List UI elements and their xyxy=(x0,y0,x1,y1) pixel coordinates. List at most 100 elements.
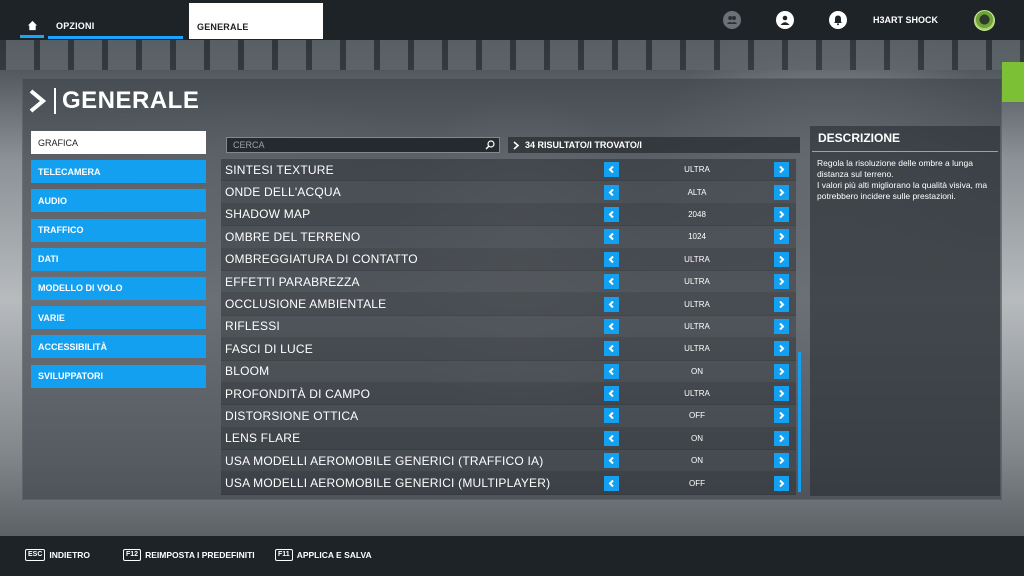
friends-icon[interactable] xyxy=(723,11,741,29)
category-item[interactable]: GRAFICA xyxy=(31,131,206,154)
previous-value-button[interactable] xyxy=(604,363,619,379)
category-item[interactable]: ACCESSIBILITÀ xyxy=(31,335,206,359)
category-item[interactable]: AUDIO xyxy=(31,189,206,213)
next-value-button[interactable] xyxy=(774,386,789,402)
chevron-left-icon xyxy=(608,367,614,375)
setting-value: OFF xyxy=(689,478,705,488)
apply-save-hint[interactable]: F11 APPLICA E SALVA xyxy=(275,549,372,561)
chevron-right-icon xyxy=(779,345,785,353)
tab-options[interactable]: OPZIONI xyxy=(48,3,183,39)
next-value-button[interactable] xyxy=(774,453,789,469)
chevron-right-icon xyxy=(779,278,785,286)
setting-label: USA MODELLI AEROMOBILE GENERICI (MULTIPL… xyxy=(225,476,551,491)
setting-row[interactable]: EFFETTI PARABREZZA ULTRA xyxy=(221,270,796,294)
esc-key: ESC xyxy=(25,549,46,561)
previous-value-button[interactable] xyxy=(604,206,619,222)
previous-value-button[interactable] xyxy=(604,475,619,491)
setting-label: OMBRE DEL TERRENO xyxy=(225,229,361,244)
setting-row[interactable]: OMBRE DEL TERRENO 1024 xyxy=(221,226,796,249)
chevron-left-icon xyxy=(608,233,614,241)
category-item[interactable]: SVILUPPATORI xyxy=(31,364,206,388)
setting-row[interactable]: ONDE DELL'ACQUA ALTA xyxy=(221,181,796,204)
description-divider xyxy=(812,151,998,152)
setting-row[interactable]: SINTESI TEXTURE ULTRA xyxy=(221,159,796,182)
back-label: INDIETRO xyxy=(49,550,91,560)
next-value-button[interactable] xyxy=(774,229,789,245)
category-item[interactable]: VARIE xyxy=(31,306,206,330)
category-item[interactable]: TELECAMERA xyxy=(31,160,206,184)
next-value-button[interactable] xyxy=(774,475,789,491)
apply-label: APPLICA E SALVA xyxy=(296,550,372,560)
previous-value-button[interactable] xyxy=(604,318,619,334)
setting-row[interactable]: OMBREGGIATURA DI CONTATTO ULTRA xyxy=(221,248,796,271)
description-title: DESCRIZIONE xyxy=(818,131,901,145)
chevron-left-icon xyxy=(608,412,614,420)
category-item[interactable]: MODELLO DI VOLO xyxy=(31,276,206,300)
previous-value-button[interactable] xyxy=(604,251,619,267)
notifications-bell-icon[interactable] xyxy=(829,11,847,29)
setting-row[interactable]: DISTORSIONE OTTICA OFF xyxy=(221,405,796,428)
previous-value-button[interactable] xyxy=(604,408,619,424)
setting-row[interactable]: RIFLESSI ULTRA xyxy=(221,315,796,339)
search-icon[interactable] xyxy=(485,140,495,150)
previous-value-button[interactable] xyxy=(604,229,619,245)
next-value-button[interactable] xyxy=(774,430,789,446)
next-value-button[interactable] xyxy=(774,184,789,200)
hangar-roof-beam xyxy=(0,40,1024,70)
setting-value: ULTRA xyxy=(684,165,710,175)
setting-row[interactable]: USA MODELLI AEROMOBILE GENERICI (MULTIPL… xyxy=(221,472,796,495)
next-value-button[interactable] xyxy=(774,162,789,178)
chevron-right-icon xyxy=(779,457,785,465)
setting-row[interactable]: PROFONDITÀ DI CAMPO ULTRA xyxy=(221,382,796,406)
setting-row[interactable]: BLOOM ON xyxy=(221,360,796,383)
reset-defaults-hint[interactable]: F12 REIMPOSTA I PREDEFINITI xyxy=(123,549,255,561)
previous-value-button[interactable] xyxy=(604,453,619,469)
previous-value-button[interactable] xyxy=(604,430,619,446)
setting-row[interactable]: USA MODELLI AEROMOBILE GENERICI (TRAFFIC… xyxy=(221,450,796,473)
category-item[interactable]: TRAFFICO xyxy=(31,218,206,242)
previous-value-button[interactable] xyxy=(604,274,619,290)
avatar[interactable] xyxy=(974,10,995,31)
settings-scrollbar[interactable] xyxy=(798,352,801,492)
setting-row[interactable]: OCCLUSIONE AMBIENTALE ULTRA xyxy=(221,293,796,316)
next-value-button[interactable] xyxy=(774,341,789,357)
chevron-left-icon xyxy=(608,457,614,465)
next-value-button[interactable] xyxy=(774,408,789,424)
setting-value: ULTRA xyxy=(684,299,710,309)
next-value-button[interactable] xyxy=(774,363,789,379)
previous-value-button[interactable] xyxy=(604,296,619,312)
tab-general[interactable]: GENERALE xyxy=(189,3,323,39)
setting-value: ON xyxy=(691,366,703,376)
previous-value-button[interactable] xyxy=(604,162,619,178)
previous-value-button[interactable] xyxy=(604,184,619,200)
next-value-button[interactable] xyxy=(774,296,789,312)
next-value-button[interactable] xyxy=(774,274,789,290)
setting-row[interactable]: LENS FLARE ON xyxy=(221,427,796,451)
category-item[interactable]: DATI xyxy=(31,247,206,271)
setting-label: SHADOW MAP xyxy=(225,207,311,222)
next-value-button[interactable] xyxy=(774,251,789,267)
next-value-button[interactable] xyxy=(774,318,789,334)
chevron-right-icon xyxy=(779,233,785,241)
chevron-left-icon xyxy=(608,300,614,308)
setting-row[interactable]: SHADOW MAP 2048 xyxy=(221,203,796,227)
setting-value: ON xyxy=(691,433,703,443)
profile-icon[interactable] xyxy=(776,11,794,29)
setting-row[interactable]: FASCI DI LUCE ULTRA xyxy=(221,338,796,361)
setting-label: FASCI DI LUCE xyxy=(225,341,313,356)
chevron-right-icon xyxy=(779,390,785,398)
chevron-right-icon xyxy=(779,479,785,487)
back-hint[interactable]: ESC INDIETRO xyxy=(25,549,90,561)
chevron-right-icon xyxy=(779,322,785,330)
results-count: 34 RISULTATO/I TROVATO/I xyxy=(508,137,800,153)
previous-value-button[interactable] xyxy=(604,341,619,357)
setting-label: BLOOM xyxy=(225,364,270,379)
f12-key: F12 xyxy=(123,549,142,561)
description-text: Regola la risoluzione delle ombre a lung… xyxy=(817,158,988,201)
setting-label: OMBREGGIATURA DI CONTATTO xyxy=(225,252,418,267)
previous-value-button[interactable] xyxy=(604,386,619,402)
next-value-button[interactable] xyxy=(774,206,789,222)
search-input[interactable]: CERCA xyxy=(226,137,500,153)
setting-label: EFFETTI PARABREZZA xyxy=(225,274,360,289)
home-button[interactable] xyxy=(20,16,44,38)
